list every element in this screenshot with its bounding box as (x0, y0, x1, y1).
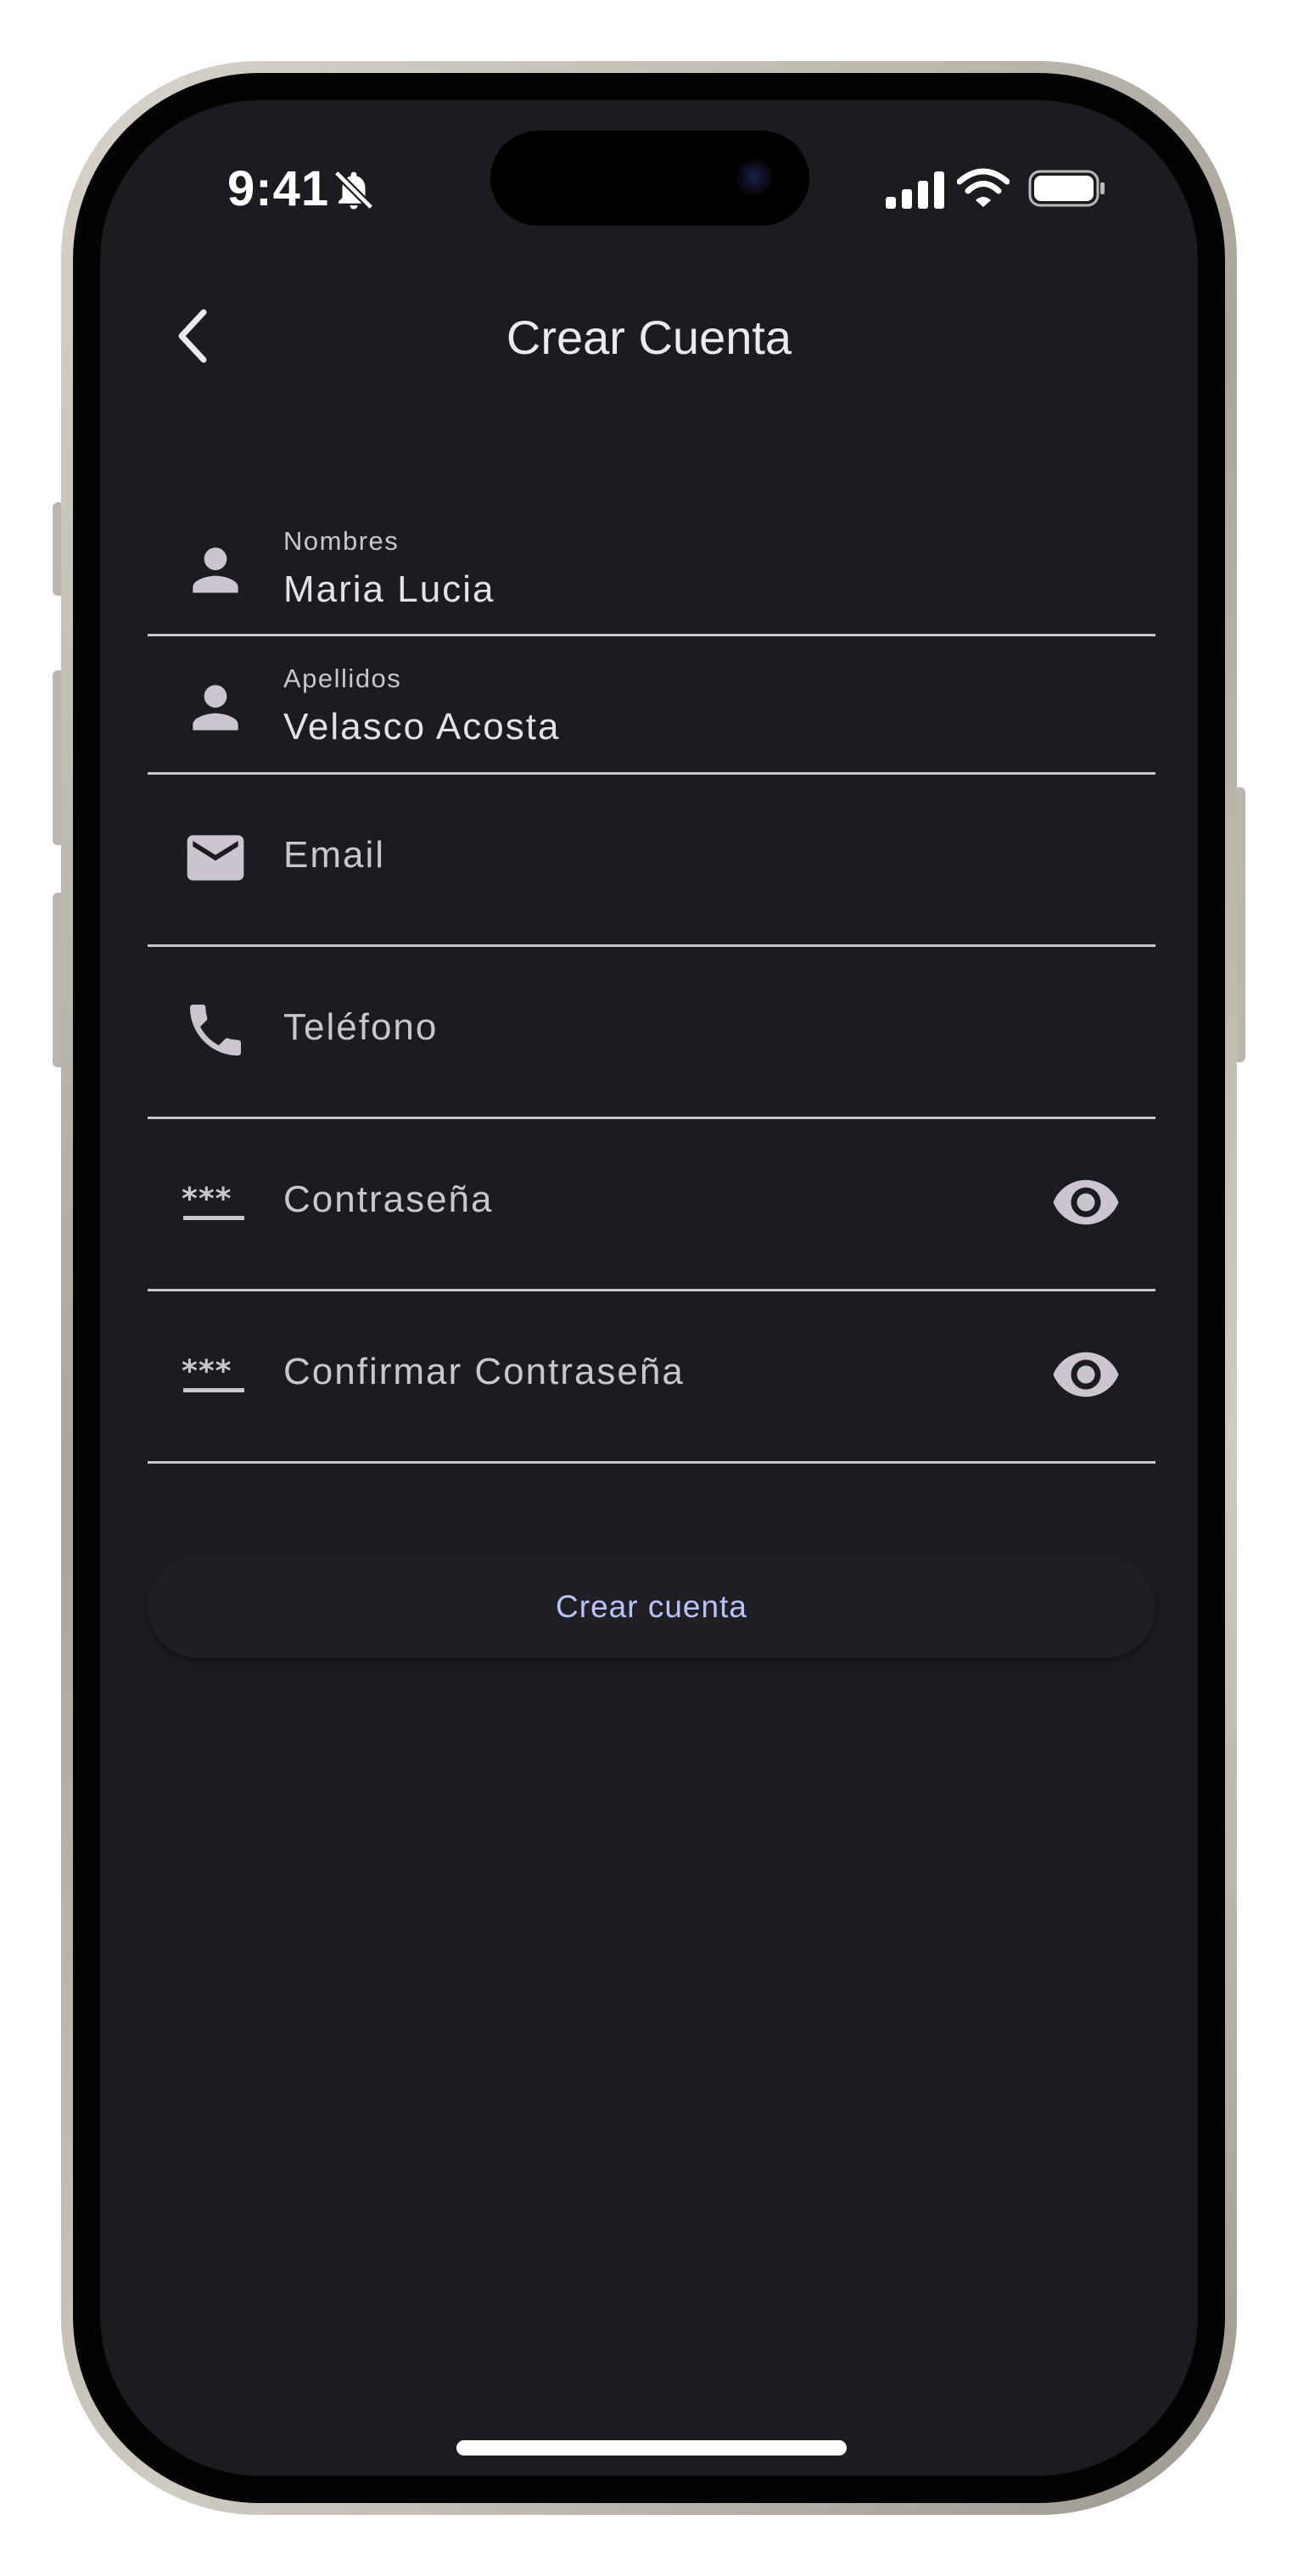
apellidos-value: Velasco Acosta (283, 706, 561, 748)
status-time: 9:41 (227, 161, 330, 216)
dynamic-island (490, 131, 809, 226)
person-icon (193, 547, 238, 593)
phone-icon (190, 1005, 241, 1056)
apellidos-field[interactable]: Apellidos Velasco Acosta (148, 636, 1155, 775)
bell-slash-icon (333, 170, 374, 210)
nombres-field[interactable]: Nombres Maria Lucia (148, 496, 1155, 636)
home-indicator (456, 2440, 847, 2456)
svg-text:***: *** (182, 1182, 232, 1217)
app-screen: 9:41 Crear Cuenta Nombres Maria Lucia Ap… (100, 100, 1198, 2476)
telefono-field[interactable]: Teléfono (148, 947, 1155, 1119)
eye-icon[interactable] (1050, 1167, 1122, 1238)
eye-icon[interactable] (1050, 1339, 1122, 1410)
cellular-signal-icon (886, 171, 944, 209)
confirmar-contrasena-field[interactable]: *** Confirmar Contraseña (148, 1291, 1155, 1464)
mail-icon (187, 835, 244, 881)
email-placeholder: Email (283, 834, 386, 876)
nombres-value: Maria Lucia (283, 568, 495, 610)
apellidos-label: Apellidos (283, 664, 402, 693)
svg-text:***: *** (182, 1354, 232, 1389)
front-camera (736, 160, 772, 195)
page-title: Crear Cuenta (506, 311, 792, 364)
contrasena-placeholder: Contraseña (283, 1179, 494, 1220)
password-icon: *** (182, 1354, 244, 1392)
battery-icon (1028, 170, 1105, 207)
nombres-label: Nombres (283, 526, 400, 556)
telefono-placeholder: Teléfono (283, 1006, 439, 1048)
contrasena-field[interactable]: *** Contraseña (148, 1119, 1155, 1291)
crear-cuenta-button[interactable]: Crear cuenta (148, 1556, 1155, 1658)
wifi-icon (957, 168, 1010, 207)
confirmar-contrasena-placeholder: Confirmar Contraseña (283, 1351, 685, 1392)
password-icon: *** (182, 1182, 244, 1220)
email-field[interactable]: Email (148, 775, 1155, 947)
person-icon (193, 685, 238, 731)
